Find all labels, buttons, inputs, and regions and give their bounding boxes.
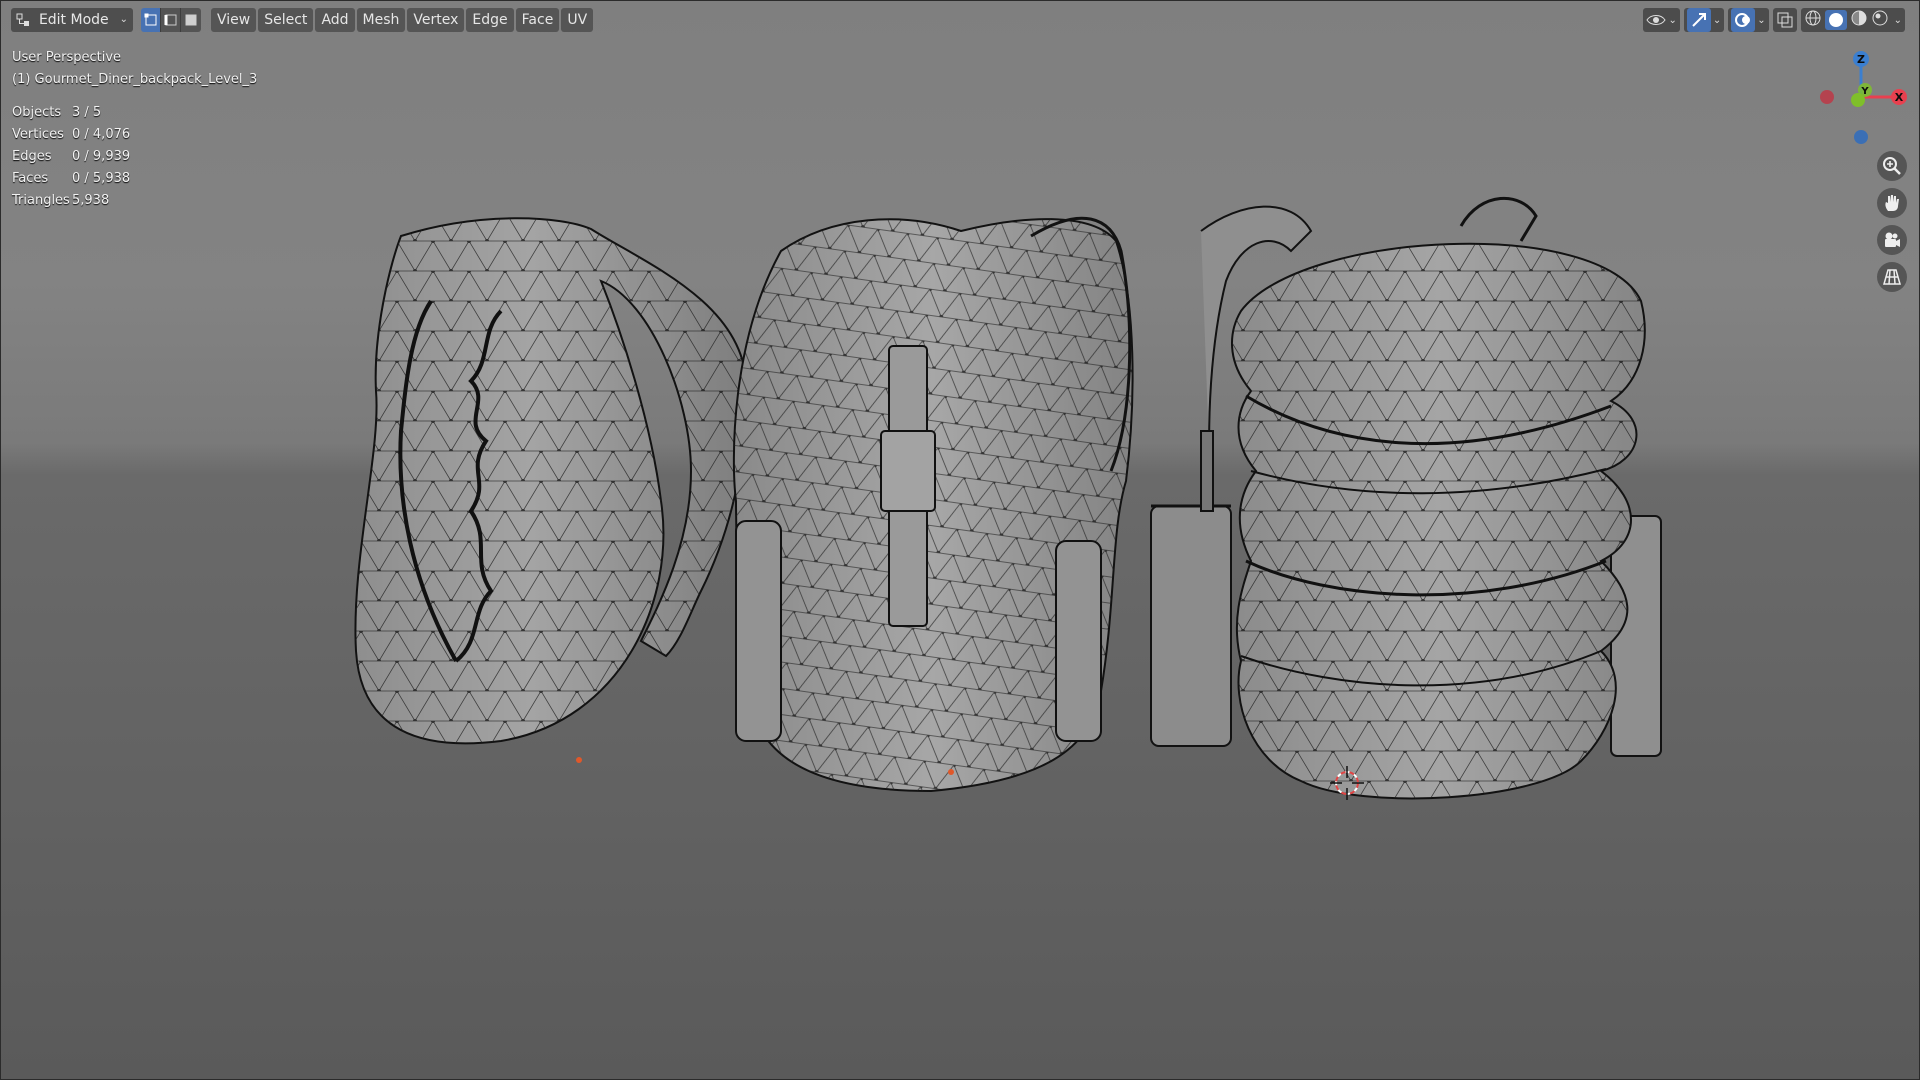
edge-select-icon	[164, 14, 176, 26]
stat-label: Edges	[12, 149, 52, 164]
zoom-icon	[1883, 157, 1901, 175]
backpack-center[interactable]	[732, 216, 1134, 793]
mode-dropdown[interactable]: Edit Mode ⌄	[11, 8, 133, 32]
header-right-tools: ⌄ ⌄ ⌄ ⌄	[1643, 8, 1905, 32]
stat-value: 0 / 9,939	[72, 149, 131, 164]
pan-button[interactable]	[1877, 188, 1907, 218]
gizmo-neg-z-axis[interactable]	[1854, 130, 1868, 144]
solid-shading-icon	[1828, 13, 1843, 27]
solid-shading-button[interactable]	[1824, 10, 1847, 30]
gizmo-neg-y-axis[interactable]	[1851, 93, 1865, 107]
chevron-down-icon: ⌄	[1757, 14, 1766, 26]
camera-view-button[interactable]	[1877, 225, 1907, 255]
overlay-button[interactable]	[1731, 8, 1756, 32]
backpack-right[interactable]	[1150, 196, 1662, 800]
object-origin	[948, 769, 954, 775]
stat-value: 0 / 4,076	[72, 127, 131, 142]
stat-value: 3 / 5	[72, 105, 102, 120]
3d-viewport[interactable]: Edit Mode ⌄ View Select Add Mesh Vertex …	[0, 0, 1920, 1080]
active-object-name: (1) Gourmet_Diner_backpack_Level_3	[12, 72, 258, 87]
wireframe-shading-button[interactable]	[1804, 9, 1822, 31]
vertex-select-button[interactable]	[141, 8, 161, 32]
view-name: User Perspective	[12, 50, 122, 65]
menu-add[interactable]: Add	[315, 8, 355, 32]
statistics-overlay: Objects 3 / 5 Vertices 0 / 4,076 Edges 0…	[12, 102, 130, 212]
zoom-button[interactable]	[1877, 151, 1907, 181]
mesh-scene[interactable]	[1, 1, 1920, 1080]
edit-mode-icon	[16, 13, 29, 26]
xray-toggle[interactable]	[1772, 8, 1797, 32]
select-mode-group	[141, 8, 201, 32]
mode-label: Edit Mode	[38, 12, 109, 28]
navigation-gizmo[interactable]: Z X Y	[1811, 49, 1911, 149]
chevron-down-icon: ⌄	[119, 14, 128, 25]
menu-view[interactable]: View	[211, 8, 257, 32]
edge-select-button[interactable]	[161, 8, 181, 32]
vertex-select-icon	[144, 13, 156, 26]
stat-value: 0 / 5,938	[72, 171, 131, 186]
menu-uv[interactable]: UV	[561, 8, 594, 32]
stat-row-edges: Edges 0 / 9,939	[12, 146, 130, 168]
xray-icon	[1777, 12, 1793, 28]
overlay-toggle[interactable]: ⌄	[1728, 8, 1769, 32]
chevron-down-icon: ⌄	[1712, 14, 1722, 26]
chevron-down-icon: ⌄	[1668, 14, 1677, 26]
gizmo-z-label: Z	[1857, 53, 1865, 66]
camera-icon	[1885, 232, 1900, 247]
stat-label: Triangles	[12, 193, 70, 208]
overlay-icon	[1735, 13, 1751, 27]
backpack-left[interactable]	[354, 217, 748, 745]
visibility-dropdown[interactable]: ⌄	[1643, 8, 1680, 32]
object-origin	[576, 757, 582, 763]
viewport-header: Edit Mode ⌄ View Select Add Mesh Vertex …	[1, 1, 1920, 39]
gizmo-button[interactable]	[1686, 8, 1711, 32]
face-select-icon	[185, 14, 197, 26]
pan-hand-icon	[1885, 195, 1899, 211]
shading-modes: ⌄	[1800, 8, 1905, 32]
stat-value: 5,938	[72, 193, 110, 208]
menu-select[interactable]: Select	[258, 8, 314, 32]
stat-row-faces: Faces 0 / 5,938	[12, 168, 130, 190]
gizmo-neg-x-axis[interactable]	[1820, 90, 1834, 104]
menu-edge[interactable]: Edge	[466, 8, 514, 32]
menu-mesh[interactable]: Mesh	[356, 8, 406, 32]
wireframe-shading-icon	[1805, 10, 1821, 26]
menu-face[interactable]: Face	[515, 8, 560, 32]
face-select-button[interactable]	[181, 8, 201, 32]
menu-vertex[interactable]: Vertex	[407, 8, 465, 32]
viewport-info: User Perspective (1) Gourmet_Diner_backp…	[12, 47, 257, 91]
rendered-shading-icon	[1872, 10, 1888, 26]
stat-label: Faces	[12, 171, 49, 186]
rendered-shading-button[interactable]	[1871, 9, 1889, 31]
visibility-icon	[1646, 15, 1667, 25]
navigation-buttons	[1877, 151, 1907, 292]
stat-label: Objects	[12, 105, 62, 120]
gizmo-icon	[1692, 13, 1706, 27]
gizmo-toggle[interactable]: ⌄	[1683, 8, 1725, 32]
stat-row-triangles: Triangles 5,938	[12, 190, 130, 212]
stat-row-vertices: Vertices 0 / 4,076	[12, 124, 130, 146]
stat-row-objects: Objects 3 / 5	[12, 102, 130, 124]
gizmo-x-label: X	[1895, 91, 1904, 104]
material-shading-button[interactable]	[1850, 9, 1868, 31]
perspective-toggle-button[interactable]	[1877, 262, 1907, 292]
grid-perspective-icon	[1883, 269, 1901, 285]
material-shading-icon	[1851, 10, 1867, 26]
stat-label: Vertices	[12, 127, 64, 142]
chevron-down-icon[interactable]: ⌄	[1894, 15, 1902, 26]
menu-bar: View Select Add Mesh Vertex Edge Face UV	[211, 8, 595, 32]
